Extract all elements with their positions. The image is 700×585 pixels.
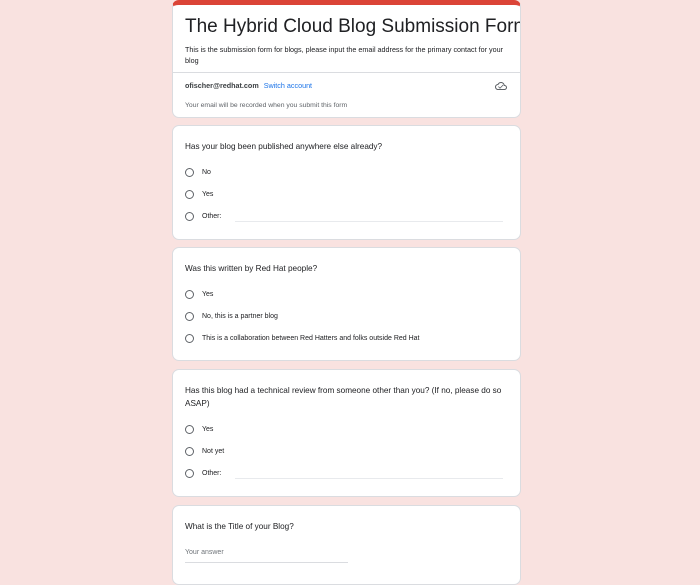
option-label: Yes	[202, 190, 214, 198]
radio-option-yes[interactable]: Yes	[185, 423, 213, 435]
radio-unchecked-icon[interactable]	[185, 446, 194, 456]
radio-unchecked-icon[interactable]	[185, 167, 194, 177]
form-column: The Hybrid Cloud Blog Submission Form Th…	[172, 0, 521, 585]
form-header-card: The Hybrid Cloud Blog Submission Form Th…	[172, 0, 521, 118]
radio-unchecked-icon[interactable]	[185, 211, 194, 221]
question-card-authors: Was this written by Red Hat people? Yes …	[172, 247, 521, 361]
radio-option-other[interactable]: Other:	[185, 467, 221, 479]
form-title: The Hybrid Cloud Blog Submission Form	[185, 16, 521, 37]
option-label: Other:	[202, 469, 222, 477]
email-record-note: Your email will be recorded when you sub…	[185, 102, 348, 109]
radio-option-partner-blog[interactable]: No, this is a partner blog	[185, 310, 278, 322]
radio-option-no[interactable]: No	[185, 166, 211, 178]
option-label: Yes	[202, 290, 214, 298]
question-text: Was this written by Red Hat people?	[185, 264, 318, 273]
blog-title-input[interactable]	[185, 549, 345, 556]
question-text: Has this blog had a technical review fro…	[185, 386, 502, 408]
other-text-input[interactable]	[235, 221, 503, 222]
other-text-input[interactable]	[235, 478, 503, 479]
radio-option-not-yet[interactable]: Not yet	[185, 445, 224, 457]
radio-unchecked-icon[interactable]	[185, 311, 194, 321]
question-text: Has your blog been published anywhere el…	[185, 142, 383, 151]
question-card-technical-review: Has this blog had a technical review fro…	[172, 369, 521, 497]
radio-unchecked-icon[interactable]	[185, 333, 194, 343]
radio-option-other[interactable]: Other:	[185, 210, 221, 222]
account-email: ofischer@redhat.com	[185, 81, 259, 90]
option-label: Yes	[202, 425, 214, 433]
radio-option-collaboration[interactable]: This is a collaboration between Red Hatt…	[185, 332, 420, 344]
radio-option-yes[interactable]: Yes	[185, 188, 213, 200]
header-divider	[173, 72, 520, 73]
question-card-published: Has your blog been published anywhere el…	[172, 125, 521, 240]
cloud-done-icon	[495, 82, 507, 90]
switch-account-link[interactable]: Switch account	[264, 81, 312, 90]
radio-unchecked-icon[interactable]	[185, 289, 194, 299]
radio-unchecked-icon[interactable]	[185, 468, 194, 478]
option-label: No, this is a partner blog	[202, 312, 278, 320]
option-label: Not yet	[202, 447, 225, 455]
radio-option-yes[interactable]: Yes	[185, 288, 213, 300]
radio-unchecked-icon[interactable]	[185, 424, 194, 434]
option-label: No	[202, 168, 211, 176]
question-card-blog-title: What is the Title of your Blog?	[172, 505, 521, 585]
answer-underline	[185, 562, 348, 563]
account-row: ofischer@redhat.com Switch account	[185, 81, 312, 90]
question-text: What is the Title of your Blog?	[185, 522, 294, 531]
radio-unchecked-icon[interactable]	[185, 189, 194, 199]
option-label: This is a collaboration between Red Hatt…	[202, 334, 420, 342]
option-label: Other:	[202, 212, 222, 220]
form-description: This is the submission form for blogs, p…	[185, 45, 503, 65]
